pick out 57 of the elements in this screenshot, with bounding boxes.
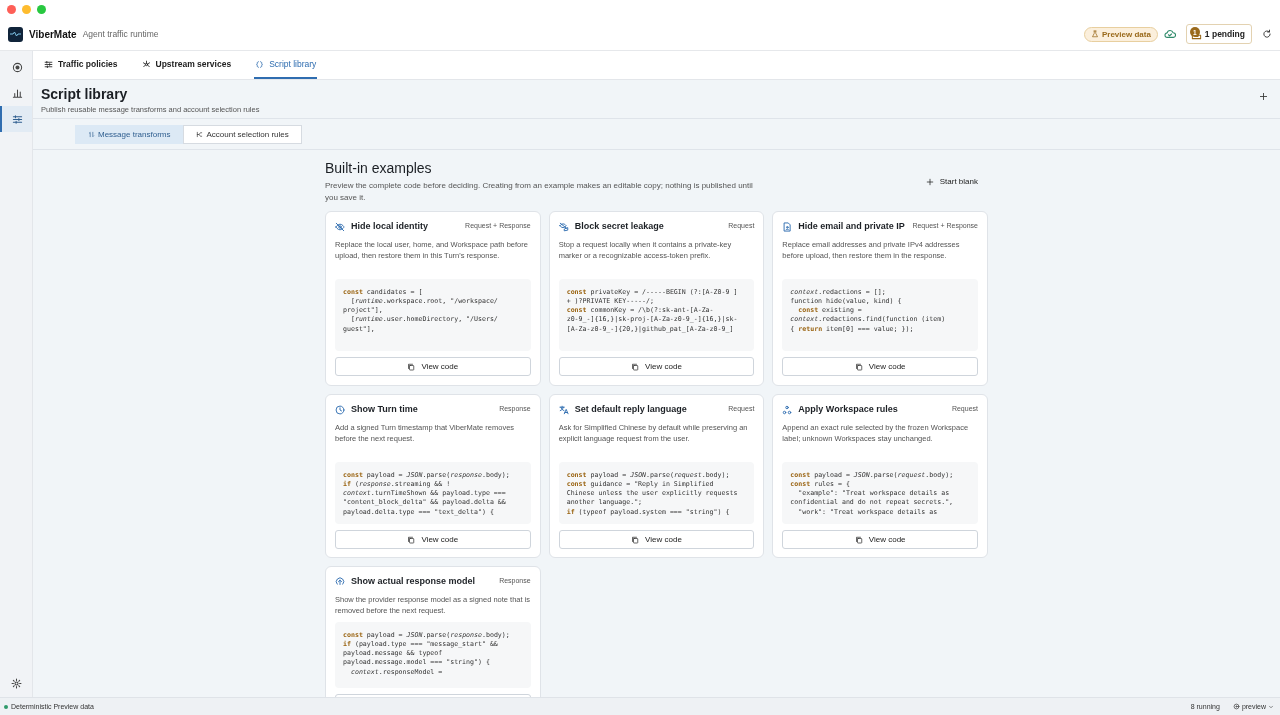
card-title: Hide local identity <box>351 221 429 232</box>
page-title: Script library <box>41 86 129 102</box>
section-title: Built-in examples <box>325 160 433 176</box>
eye-slash-icon <box>558 222 569 233</box>
view-code-button[interactable]: View code <box>335 530 531 550</box>
target-icon <box>11 61 23 73</box>
document-icon <box>782 222 793 233</box>
bar-chart-icon <box>11 87 23 99</box>
card-title: Apply Workspace rules <box>798 404 899 415</box>
caret-icon <box>1268 703 1274 710</box>
app-logo-icon <box>8 26 23 42</box>
eye-off-icon <box>335 222 345 233</box>
view-code-button[interactable]: View code <box>782 357 978 377</box>
view-code-button[interactable]: View code <box>335 357 531 377</box>
preview-badge: Preview data <box>1083 26 1158 42</box>
card-title: Show Turn time <box>351 404 419 415</box>
segment-tab[interactable]: Message transforms <box>75 125 184 144</box>
close-window-button[interactable] <box>7 4 16 14</box>
copy-icon <box>631 535 640 544</box>
arrow-up-circle-icon <box>335 577 345 588</box>
refresh-icon[interactable] <box>1262 29 1272 39</box>
copy-icon <box>854 362 863 371</box>
plus-icon[interactable] <box>1259 92 1268 101</box>
copy-icon <box>854 535 863 544</box>
swap-icon <box>88 131 95 138</box>
start-blank-button[interactable]: Start blank <box>919 176 984 188</box>
sliders-icon <box>11 113 23 125</box>
nodes-icon <box>782 405 793 416</box>
view-code-button[interactable]: View code <box>558 357 755 377</box>
sidebar-item[interactable] <box>0 106 32 132</box>
app-subtitle: Agent traffic runtime <box>82 29 159 39</box>
view-code-button[interactable]: View code <box>558 530 755 550</box>
copy-icon <box>407 535 416 544</box>
card-title: Block secret leakage <box>574 221 665 232</box>
cloud-check-icon[interactable] <box>1163 28 1176 40</box>
clock-icon <box>335 405 345 416</box>
view-code-button[interactable]: View code <box>782 530 978 550</box>
card-title: Show actual response model <box>351 576 477 587</box>
card-title: Hide email and private IP <box>798 221 906 232</box>
branch-icon <box>196 131 204 138</box>
app-name: ViberMate <box>29 28 77 40</box>
status-dot <box>4 704 8 709</box>
nav-tab[interactable]: Upstream services <box>140 51 233 79</box>
segment-tab[interactable]: Account selection rules <box>183 125 302 144</box>
copy-icon <box>631 362 640 371</box>
card-title: Set default reply language <box>574 404 688 415</box>
settings-icon[interactable] <box>10 677 22 689</box>
target-icon <box>1232 703 1240 710</box>
plus-icon <box>925 177 934 186</box>
section-description: Preview the complete code before deciding. Creating from an example makes an editable copy; nothing is published until you save it. <box>325 180 754 204</box>
hub-icon <box>141 59 151 69</box>
sliders-icon <box>44 59 53 69</box>
copy-icon <box>407 362 416 371</box>
flask-icon <box>1090 30 1099 38</box>
translate-icon <box>558 405 569 416</box>
nav-tab[interactable]: Traffic policies <box>43 51 119 79</box>
braces-icon <box>255 59 265 69</box>
